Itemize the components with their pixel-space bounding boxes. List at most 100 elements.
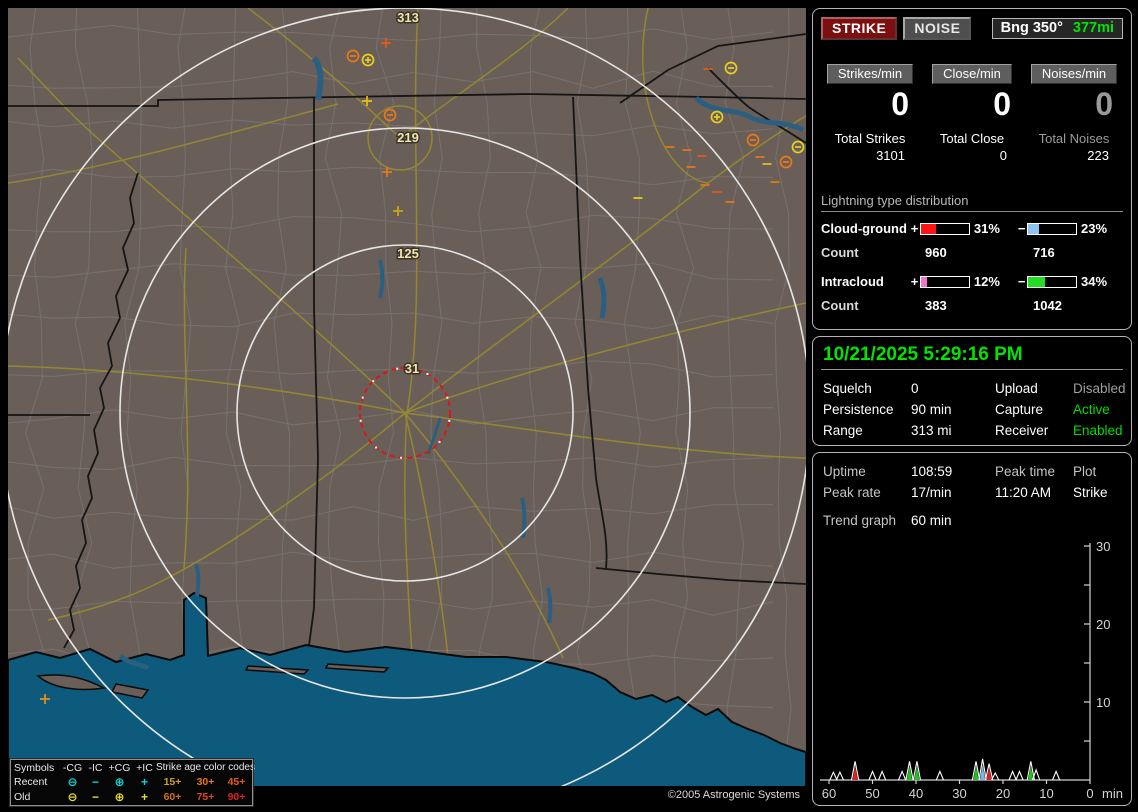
distribution-title: Lightning type distribution xyxy=(821,193,1123,212)
recent-pos-ic-icon: + xyxy=(133,776,156,788)
symbol-legend: Symbols -CG -IC +CG +IC Strike age color… xyxy=(10,759,253,806)
age-code-60: 60+ xyxy=(156,792,189,803)
range-label: Range xyxy=(823,423,911,438)
receiver-value: Enabled xyxy=(1073,423,1126,438)
svg-text:min: min xyxy=(1102,786,1123,801)
ic-positive-count: 383 xyxy=(925,298,1033,313)
svg-text:10: 10 xyxy=(1096,695,1110,710)
old-pos-cg-icon: ⊕ xyxy=(106,791,133,803)
svg-text:0: 0 xyxy=(1086,786,1093,801)
cg-negative-count: 716 xyxy=(1033,245,1055,260)
strikes-per-min-button[interactable]: Strikes/min xyxy=(827,64,913,84)
plus-sign: + xyxy=(909,274,920,289)
recent-neg-cg-icon: ⊖ xyxy=(60,776,85,788)
range-value: 313 mi xyxy=(911,423,995,438)
ring-label-125: 125 xyxy=(397,246,419,261)
intracloud-row: Intracloud + 12% − 34% xyxy=(821,274,1123,290)
bearing-range-readout: Bng 350° 377mi xyxy=(992,18,1123,39)
legend-row-recent-label: Recent xyxy=(14,777,60,788)
ic-positive-pct: 12% xyxy=(974,274,1016,289)
old-neg-cg-icon: ⊖ xyxy=(60,791,85,803)
noises-per-min-button[interactable]: Noises/min xyxy=(1031,64,1117,84)
cg-negative-pct: 23% xyxy=(1081,221,1123,236)
svg-text:60: 60 xyxy=(822,786,836,801)
legend-header-pos-ic: +IC xyxy=(133,763,156,774)
svg-text:30: 30 xyxy=(952,786,966,801)
minus-sign: − xyxy=(1016,221,1027,236)
ic-negative-bar xyxy=(1027,276,1077,288)
close-per-min-value: 0 xyxy=(921,86,1023,123)
count-label: Count xyxy=(821,245,925,260)
svg-text:20: 20 xyxy=(1096,617,1110,632)
total-strikes-label: Total Strikes xyxy=(819,131,921,146)
lightning-map[interactable]: 313 219 125 31 ©2005 Astrogenic Systems … xyxy=(8,8,806,806)
total-close-value: 0 xyxy=(921,148,1023,163)
total-noises-label: Total Noises xyxy=(1023,131,1125,146)
squelch-value: 0 xyxy=(911,381,995,396)
capture-value: Active xyxy=(1073,402,1126,417)
trend-panel: 3020106050403020100min Uptime 108:59 Pea… xyxy=(812,452,1132,806)
noise-mode-button[interactable]: NOISE xyxy=(903,17,971,40)
capture-label: Capture xyxy=(995,402,1073,417)
ic-positive-bar xyxy=(920,276,970,288)
status-panel: 10/21/2025 5:29:16 PM Squelch 0 Upload D… xyxy=(812,336,1132,446)
copyright-text: ©2005 Astrogenic Systems xyxy=(668,789,800,801)
total-noises-value: 223 xyxy=(1023,148,1125,163)
bearing-value: Bng 350° xyxy=(1001,20,1063,36)
minus-sign: − xyxy=(1016,274,1027,289)
count-label: Count xyxy=(821,298,925,313)
receiver-label: Receiver xyxy=(995,423,1073,438)
age-code-30: 30+ xyxy=(189,777,222,788)
strike-mode-button[interactable]: STRIKE xyxy=(821,17,897,40)
svg-text:20: 20 xyxy=(996,786,1010,801)
intracloud-label: Intracloud xyxy=(821,274,909,289)
range-value: 377mi xyxy=(1073,20,1114,36)
svg-text:40: 40 xyxy=(909,786,923,801)
persistence-label: Persistence xyxy=(823,402,911,417)
persistence-value: 90 min xyxy=(911,402,995,417)
recent-neg-ic-icon: − xyxy=(85,776,106,788)
cloud-ground-counts: Count 960 716 xyxy=(821,245,1123,260)
strike-counters-panel: STRIKE NOISE Bng 350° 377mi Strikes/min … xyxy=(812,8,1132,330)
svg-text:50: 50 xyxy=(865,786,879,801)
legend-row-old-label: Old xyxy=(14,792,60,803)
total-close-label: Total Close xyxy=(921,131,1023,146)
noises-per-min-value: 0 xyxy=(1023,86,1125,123)
recent-pos-cg-icon: ⊕ xyxy=(106,776,133,788)
legend-header-neg-ic: -IC xyxy=(85,763,106,774)
ring-label-31: 31 xyxy=(405,361,419,376)
divider xyxy=(821,369,1123,370)
map-canvas[interactable]: 313 219 125 31 xyxy=(8,8,806,806)
legend-header-pos-cg: +CG xyxy=(106,763,133,774)
date-time-display: 10/21/2025 5:29:16 PM xyxy=(823,344,1121,366)
age-code-75: 75+ xyxy=(189,792,222,803)
old-pos-ic-icon: + xyxy=(133,791,156,803)
age-code-45: 45+ xyxy=(222,777,251,788)
legend-age-title: Strike age color codes xyxy=(156,763,251,773)
nexstorm-app-window: 313 219 125 31 ©2005 Astrogenic Systems … xyxy=(0,0,1138,812)
cg-positive-pct: 31% xyxy=(974,221,1016,236)
cloud-ground-row: Cloud-ground + 31% − 23% xyxy=(821,221,1123,237)
cg-positive-bar xyxy=(920,223,970,235)
upload-value: Disabled xyxy=(1073,381,1126,396)
close-per-min-button[interactable]: Close/min xyxy=(932,64,1012,84)
ring-label-313: 313 xyxy=(397,10,419,25)
cg-negative-bar xyxy=(1027,223,1077,235)
ring-label-219: 219 xyxy=(397,130,419,145)
old-neg-ic-icon: − xyxy=(85,791,106,803)
legend-header-symbols: Symbols xyxy=(14,763,60,774)
strikes-per-min-value: 0 xyxy=(819,86,921,123)
trend-graph: 3020106050403020100min xyxy=(814,453,1132,805)
svg-text:10: 10 xyxy=(1039,786,1053,801)
plus-sign: + xyxy=(909,221,920,236)
age-code-15: 15+ xyxy=(156,777,189,788)
squelch-label: Squelch xyxy=(823,381,911,396)
legend-header-neg-cg: -CG xyxy=(60,763,85,774)
ic-negative-count: 1042 xyxy=(1033,298,1062,313)
age-code-90: 90+ xyxy=(222,792,251,803)
cloud-ground-label: Cloud-ground xyxy=(821,221,909,236)
upload-label: Upload xyxy=(995,381,1073,396)
ic-negative-pct: 34% xyxy=(1081,274,1123,289)
total-strikes-value: 3101 xyxy=(819,148,921,163)
cg-positive-count: 960 xyxy=(925,245,1033,260)
